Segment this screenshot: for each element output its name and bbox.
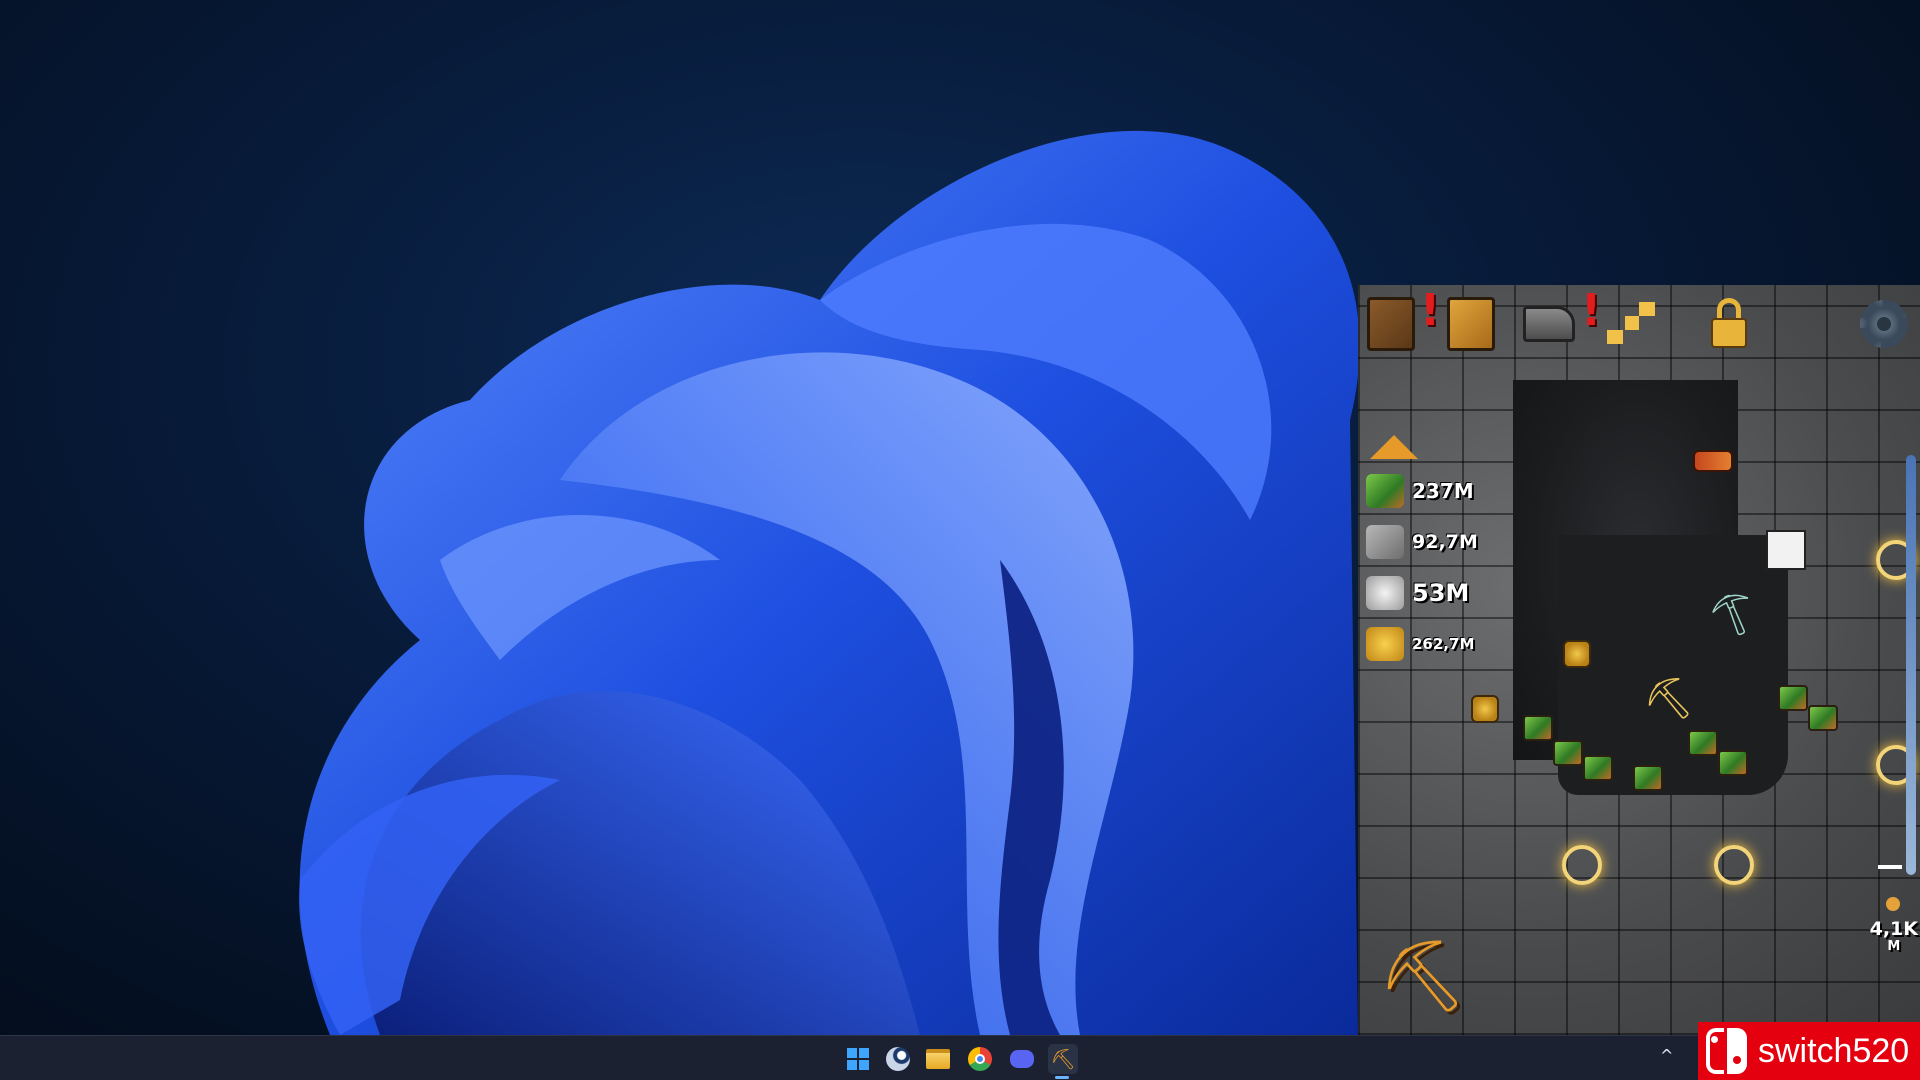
anvil-icon[interactable]	[1518, 293, 1580, 355]
chevron-up-icon[interactable]: ^	[1660, 1046, 1673, 1065]
dynamite-icon[interactable]	[1693, 450, 1733, 472]
trophy-book-icon[interactable]	[1440, 293, 1502, 355]
ore-block[interactable]	[1583, 755, 1613, 781]
watermark-text: switch520	[1758, 1031, 1910, 1070]
chrome-icon[interactable]	[965, 1044, 995, 1074]
ore-block[interactable]	[1778, 685, 1808, 711]
active-app-indicator	[1055, 1076, 1069, 1079]
resource-emerald: 237M	[1366, 471, 1474, 511]
pickaxe-book-icon[interactable]	[1360, 293, 1422, 355]
cracked-block[interactable]	[1766, 530, 1806, 570]
file-explorer-icon[interactable]	[923, 1044, 953, 1074]
resource-value: 262,7M	[1412, 635, 1475, 653]
settings-gear-icon[interactable]	[1853, 293, 1915, 355]
resource-stone: 92,7M	[1366, 522, 1478, 562]
collect-ring[interactable]	[1562, 845, 1602, 885]
mining-game-icon[interactable]: ⛏	[1048, 1044, 1078, 1074]
depth-marker	[1878, 865, 1902, 869]
gold-icon	[1366, 627, 1404, 661]
stone-icon	[1366, 525, 1404, 559]
pickaxe-icon: ⛏	[1643, 676, 1694, 722]
alert-icon: !	[1420, 285, 1441, 336]
gold-block[interactable]	[1471, 695, 1499, 723]
resource-value: 237M	[1412, 479, 1474, 503]
collapse-arrow-icon[interactable]	[1370, 435, 1418, 459]
taskbar: ⛏ ^	[0, 1035, 1920, 1080]
depth-label: 4,1K M	[1870, 920, 1918, 956]
collect-ring[interactable]	[1714, 845, 1754, 885]
map-icon[interactable]	[1600, 293, 1662, 355]
pickaxe-upgrade-button[interactable]: ⛏	[1378, 935, 1467, 1018]
gold-block[interactable]	[1563, 640, 1591, 668]
resource-value: 53M	[1412, 579, 1470, 607]
alert-icon: !	[1581, 285, 1602, 336]
watermark: switch520	[1698, 1022, 1920, 1080]
switch-logo-icon	[1698, 1022, 1756, 1080]
discord-icon[interactable]	[1007, 1044, 1037, 1074]
resource-value: 92,7M	[1412, 531, 1478, 553]
lock-icon[interactable]	[1698, 293, 1760, 355]
ore-block[interactable]	[1688, 730, 1718, 756]
ore-block[interactable]	[1633, 765, 1663, 791]
steam-icon[interactable]	[883, 1044, 913, 1074]
ore-block[interactable]	[1523, 715, 1553, 741]
game-window[interactable]: ⛏ ⛏ ! ! 237M 92,7M 53M 262,7M ⛏ 4,1K M	[1358, 285, 1920, 1035]
ore-block[interactable]	[1718, 750, 1748, 776]
ore-block[interactable]	[1808, 705, 1838, 731]
depth-value: 4,1K	[1869, 918, 1918, 940]
start-icon[interactable]	[843, 1044, 873, 1074]
resource-iron: 53M	[1366, 573, 1469, 613]
depth-progress-bar	[1906, 455, 1916, 875]
resource-gold: 262,7M	[1366, 624, 1474, 664]
depth-unit: M	[1887, 939, 1901, 954]
ore-block[interactable]	[1553, 740, 1583, 766]
gold-coin-icon	[1886, 897, 1900, 911]
iron-icon	[1366, 576, 1404, 610]
emerald-ore-icon	[1366, 474, 1404, 508]
